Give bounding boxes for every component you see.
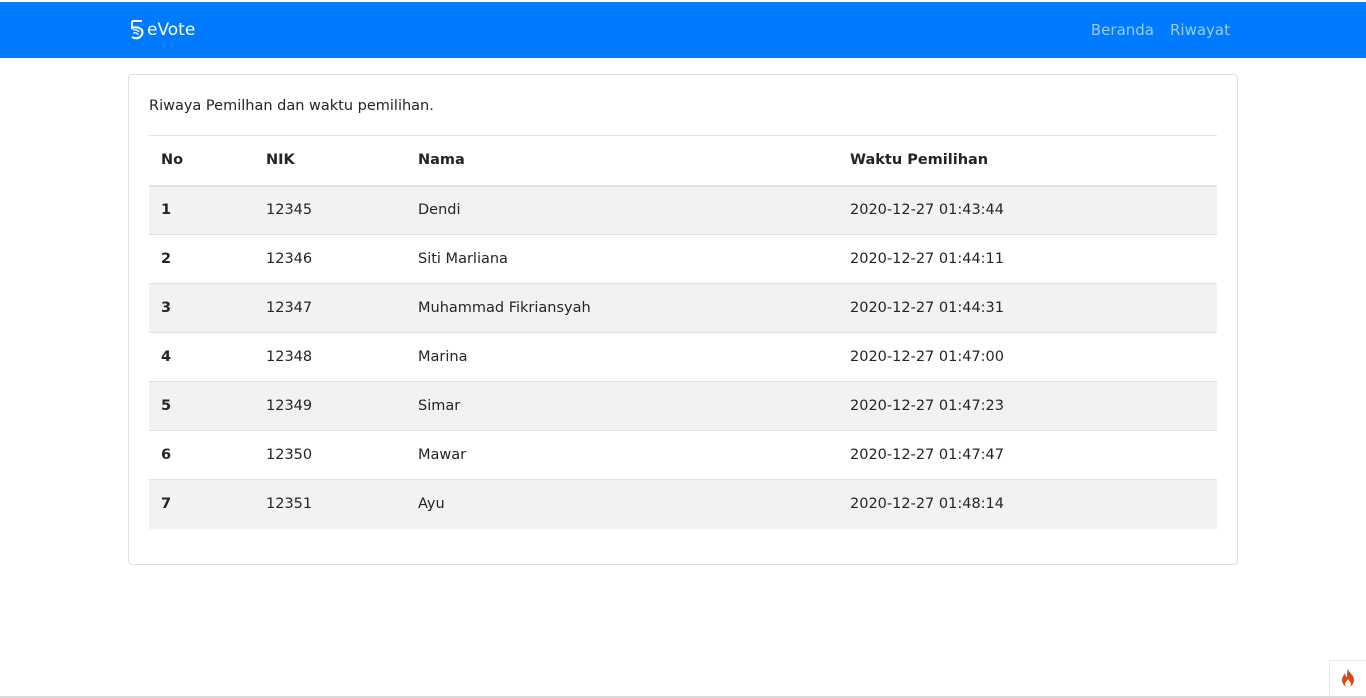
table-header-row: No NIK Nama Waktu Pemilihan bbox=[149, 135, 1217, 187]
table-row: 2 12346 Siti Marliana 2020-12-27 01:44:1… bbox=[149, 234, 1217, 284]
debug-toolbar-button[interactable] bbox=[1329, 660, 1366, 698]
card-description: Riwaya Pemilhan dan waktu pemilihan. bbox=[149, 98, 434, 114]
cell-waktu: 2020-12-27 01:47:23 bbox=[838, 381, 1217, 431]
table-row: 6 12350 Mawar 2020-12-27 01:47:47 bbox=[149, 430, 1217, 480]
navbar: eVote Beranda Riwayat bbox=[0, 2, 1366, 58]
five-logo-icon bbox=[129, 19, 145, 41]
cell-waktu: 2020-12-27 01:48:14 bbox=[838, 479, 1217, 529]
cell-nik: 12347 bbox=[254, 283, 406, 333]
cell-no: 3 bbox=[149, 283, 254, 333]
history-table: No NIK Nama Waktu Pemilihan 1 12345 Dend… bbox=[149, 135, 1217, 529]
table-row: 5 12349 Simar 2020-12-27 01:47:23 bbox=[149, 381, 1217, 431]
cell-nama: Ayu bbox=[406, 479, 838, 529]
table-row: 7 12351 Ayu 2020-12-27 01:48:14 bbox=[149, 479, 1217, 529]
cell-nik: 12350 bbox=[254, 430, 406, 480]
cell-waktu: 2020-12-27 01:43:44 bbox=[838, 185, 1217, 235]
history-card: Riwaya Pemilhan dan waktu pemilihan. No … bbox=[128, 74, 1238, 565]
cell-nama: Siti Marliana bbox=[406, 234, 838, 284]
header-nik: NIK bbox=[254, 135, 406, 187]
table-row: 1 12345 Dendi 2020-12-27 01:43:44 bbox=[149, 185, 1217, 235]
cell-waktu: 2020-12-27 01:44:31 bbox=[838, 283, 1217, 333]
header-waktu: Waktu Pemilihan bbox=[838, 135, 1217, 187]
cell-waktu: 2020-12-27 01:47:47 bbox=[838, 430, 1217, 480]
cell-no: 7 bbox=[149, 479, 254, 529]
nav-link-riwayat[interactable]: Riwayat bbox=[1170, 20, 1230, 40]
header-nama: Nama bbox=[406, 135, 838, 187]
cell-nik: 12351 bbox=[254, 479, 406, 529]
cell-no: 4 bbox=[149, 332, 254, 382]
cell-no: 5 bbox=[149, 381, 254, 431]
cell-nik: 12345 bbox=[254, 185, 406, 235]
brand-text: eVote bbox=[147, 20, 196, 40]
cell-no: 6 bbox=[149, 430, 254, 480]
nav-link-beranda[interactable]: Beranda bbox=[1091, 20, 1154, 40]
cell-nama: Dendi bbox=[406, 185, 838, 235]
brand-link[interactable]: eVote bbox=[129, 16, 195, 44]
cell-no: 2 bbox=[149, 234, 254, 284]
cell-waktu: 2020-12-27 01:44:11 bbox=[838, 234, 1217, 284]
nav-links: Beranda Riwayat bbox=[1091, 20, 1230, 40]
cell-nik: 12346 bbox=[254, 234, 406, 284]
flame-icon bbox=[1339, 668, 1357, 692]
cell-nik: 12348 bbox=[254, 332, 406, 382]
header-no: No bbox=[149, 135, 254, 187]
cell-waktu: 2020-12-27 01:47:00 bbox=[838, 332, 1217, 382]
table-row: 4 12348 Marina 2020-12-27 01:47:00 bbox=[149, 332, 1217, 382]
cell-nik: 12349 bbox=[254, 381, 406, 431]
cell-nama: Simar bbox=[406, 381, 838, 431]
cell-nama: Mawar bbox=[406, 430, 838, 480]
cell-nama: Marina bbox=[406, 332, 838, 382]
cell-nama: Muhammad Fikriansyah bbox=[406, 283, 838, 333]
cell-no: 1 bbox=[149, 185, 254, 235]
table-row: 3 12347 Muhammad Fikriansyah 2020-12-27 … bbox=[149, 283, 1217, 333]
